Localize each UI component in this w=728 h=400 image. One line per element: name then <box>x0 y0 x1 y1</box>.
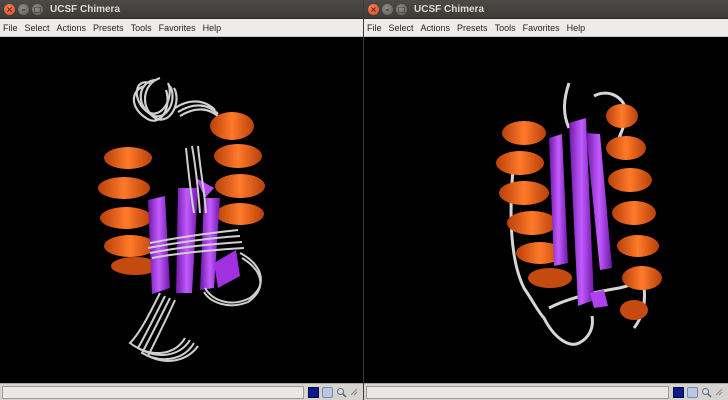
menu-tools[interactable]: Tools <box>495 23 516 33</box>
status-icons <box>308 386 359 398</box>
menu-file[interactable]: File <box>3 23 18 33</box>
window-title: UCSF Chimera <box>50 3 121 15</box>
menu-file[interactable]: File <box>367 23 382 33</box>
magnifier-icon[interactable] <box>701 387 712 398</box>
command-line-icon[interactable] <box>308 386 319 398</box>
resize-grip-icon[interactable] <box>350 388 358 396</box>
menu-tools[interactable]: Tools <box>131 23 152 33</box>
menu-favorites[interactable]: Favorites <box>159 23 196 33</box>
menu-presets[interactable]: Presets <box>93 23 124 33</box>
maximize-icon[interactable]: □ <box>32 3 43 15</box>
minimize-icon[interactable]: – <box>382 3 393 15</box>
menu-bar: File Select Actions Presets Tools Favori… <box>364 19 728 37</box>
title-bar[interactable]: × – □ UCSF Chimera <box>0 0 363 19</box>
menu-help[interactable]: Help <box>203 23 222 33</box>
menu-select[interactable]: Select <box>25 23 50 33</box>
graphics-viewport[interactable] <box>0 38 363 383</box>
graphics-viewport[interactable] <box>364 38 728 383</box>
title-bar[interactable]: × – □ UCSF Chimera <box>364 0 728 19</box>
window-controls: × – □ <box>368 3 407 15</box>
status-icons <box>673 386 724 398</box>
command-line-icon[interactable] <box>673 386 684 398</box>
chimera-window-left: × – □ UCSF Chimera File Select Actions P… <box>0 0 364 400</box>
desktop: × – □ UCSF Chimera File Select Actions P… <box>0 0 728 400</box>
status-line <box>2 385 304 399</box>
coil-bundle-top <box>132 76 221 122</box>
protein-ensemble-rendering <box>98 76 265 362</box>
window-controls: × – □ <box>4 3 43 15</box>
maximize-icon[interactable]: □ <box>396 3 407 15</box>
status-line <box>366 385 669 399</box>
window-title: UCSF Chimera <box>414 3 485 15</box>
close-icon[interactable]: × <box>4 3 15 15</box>
menu-favorites[interactable]: Favorites <box>523 23 560 33</box>
magnifier-icon[interactable] <box>336 387 347 398</box>
menu-actions[interactable]: Actions <box>57 23 87 33</box>
idle-icon[interactable] <box>687 386 698 398</box>
chimera-window-right: × – □ UCSF Chimera File Select Actions P… <box>364 0 728 400</box>
resize-grip-icon[interactable] <box>715 388 723 396</box>
idle-icon[interactable] <box>322 386 333 398</box>
status-bar <box>0 383 363 400</box>
menu-presets[interactable]: Presets <box>457 23 488 33</box>
menu-actions[interactable]: Actions <box>421 23 451 33</box>
close-icon[interactable]: × <box>368 3 379 15</box>
protein-single-rendering <box>496 82 662 346</box>
minimize-icon[interactable]: – <box>18 3 29 15</box>
status-bar <box>364 383 728 400</box>
menu-select[interactable]: Select <box>389 23 414 33</box>
menu-help[interactable]: Help <box>567 23 586 33</box>
menu-bar: File Select Actions Presets Tools Favori… <box>0 19 363 37</box>
